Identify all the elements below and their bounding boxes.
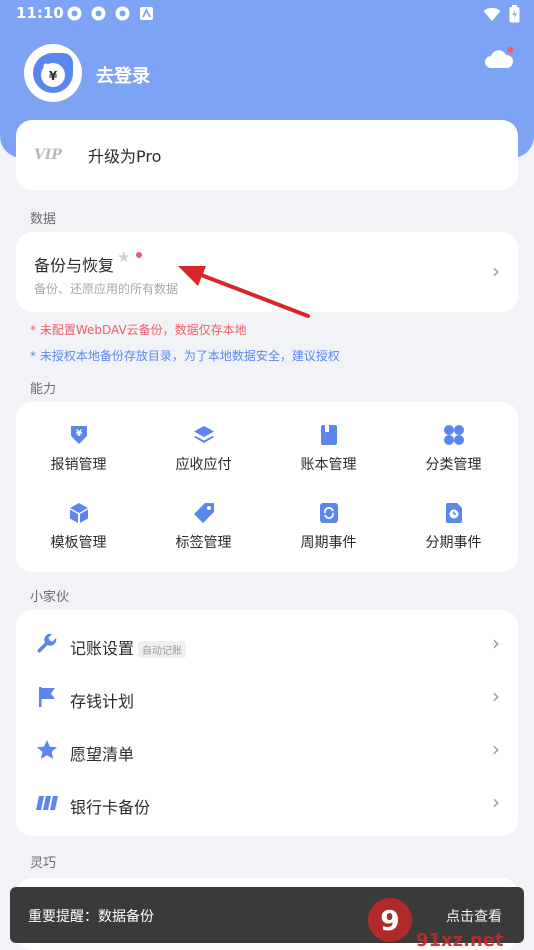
layers-icon <box>193 426 214 443</box>
sync-icon <box>66 5 83 22</box>
new-dot-indicator <box>136 252 142 258</box>
avatar[interactable]: ¥ <box>24 44 82 102</box>
login-link[interactable]: 去登录 <box>96 62 150 88</box>
reimburse-icon: ¥ <box>70 426 87 444</box>
grid-item-cycle[interactable]: 周期事件 <box>266 502 391 552</box>
svg-text:9: 9 <box>380 904 399 937</box>
cycle-icon <box>319 503 338 523</box>
grid-item-label: 应收应付 <box>175 457 232 473</box>
status-system-icons <box>483 5 520 27</box>
grid-item-label: 报销管理 <box>50 457 107 473</box>
wifi-icon <box>483 7 501 26</box>
grid-item-label: 分期事件 <box>425 535 482 551</box>
backup-title: 备份与恢复 <box>34 256 115 275</box>
grid-item-ledger[interactable]: 账本管理 <box>266 424 391 474</box>
status-bar: 11:10 <box>0 0 534 28</box>
list-item-label: 记账设置 <box>70 639 135 658</box>
vip-logo: VIP <box>34 147 62 163</box>
card-icon <box>36 796 58 810</box>
backup-subtitle: 备份、还原应用的所有数据 <box>34 282 179 296</box>
watermark-text: 91xz.net <box>416 930 504 950</box>
star-icon: ★ <box>117 248 131 266</box>
grid-item-reimburse[interactable]: ¥ 报销管理 <box>16 424 141 474</box>
template-icon <box>69 503 88 523</box>
installment-icon <box>445 503 462 523</box>
star-icon <box>37 740 57 759</box>
wrench-icon <box>37 633 57 653</box>
grid-item-label: 周期事件 <box>300 535 357 551</box>
list-item-savings-plan[interactable]: 存钱计划 › <box>16 670 518 723</box>
grid-item-receivable[interactable]: 应收应付 <box>141 424 266 474</box>
svg-text:¥: ¥ <box>75 429 82 439</box>
grid-item-template[interactable]: 模板管理 <box>16 502 141 552</box>
sync-icon <box>114 5 131 22</box>
grid-item-label: 分类管理 <box>425 457 482 473</box>
category-icon <box>443 425 464 445</box>
sync-icon <box>90 5 107 22</box>
cloud-sync-button[interactable] <box>484 46 514 72</box>
flag-icon <box>39 687 55 707</box>
grid-item-category[interactable]: 分类管理 <box>391 424 516 474</box>
grid-item-tags[interactable]: 标签管理 <box>141 502 266 552</box>
status-notification-icons <box>66 5 155 22</box>
list-item-label: 愿望清单 <box>70 745 135 764</box>
app-notification-icon <box>138 5 155 22</box>
section-title-smart: 灵巧 <box>30 856 57 871</box>
chevron-right-icon: › <box>492 259 500 283</box>
section-title-data: 数据 <box>30 212 57 227</box>
grid-item-label: 模板管理 <box>50 535 107 551</box>
section-title-ability: 能力 <box>30 382 57 397</box>
app-logo-icon: ¥ <box>33 53 73 93</box>
helper-list: 记账设置 自动记账 › 存钱计划 › 愿望清单 › 银行卡备份 › <box>16 610 518 836</box>
chevron-right-icon: › <box>492 790 500 814</box>
list-item-label: 存钱计划 <box>70 692 135 711</box>
grid-item-label: 账本管理 <box>300 457 357 473</box>
backup-dir-warning[interactable]: * 未授权本地备份存放目录，为了本地数据安全，建议授权 <box>30 347 340 364</box>
grid-item-label: 标签管理 <box>175 535 232 551</box>
auto-bookkeeping-badge: 自动记账 <box>138 641 186 658</box>
grid-item-installment[interactable]: 分期事件 <box>391 502 516 552</box>
chevron-right-icon: › <box>492 684 500 708</box>
list-item-bank-card-backup[interactable]: 银行卡备份 › <box>16 776 518 829</box>
chevron-right-icon: › <box>492 631 500 655</box>
list-item-label: 银行卡备份 <box>70 798 151 817</box>
battery-icon <box>509 5 520 27</box>
status-time: 11:10 <box>16 4 64 22</box>
svg-text:¥: ¥ <box>49 69 58 83</box>
backup-restore-card[interactable]: 备份与恢复 ★ 备份、还原应用的所有数据 › <box>16 232 518 312</box>
upgrade-pro-label: 升级为Pro <box>88 147 162 166</box>
list-item-wishlist[interactable]: 愿望清单 › <box>16 723 518 776</box>
upgrade-pro-card[interactable]: VIP 升级为Pro <box>16 120 518 190</box>
webdav-warning[interactable]: * 未配置WebDAV云备份，数据仅存本地 <box>30 321 247 338</box>
section-title-helpers: 小家伙 <box>30 590 70 605</box>
cloud-icon <box>485 47 514 68</box>
book-icon <box>320 425 337 445</box>
tag-icon <box>193 503 214 523</box>
toast-message: 重要提醒：数据备份 <box>28 909 154 925</box>
watermark-logo-icon: 9 91xz.net <box>368 898 504 950</box>
watermark: 9 91xz.net <box>364 886 534 950</box>
ability-grid: ¥ 报销管理 应收应付 账本管理 分类管理 模板管理 标签管理 周期事件 分期事… <box>16 402 518 572</box>
list-item-bookkeeping-settings[interactable]: 记账设置 自动记账 › <box>16 617 518 670</box>
chevron-right-icon: › <box>492 737 500 761</box>
